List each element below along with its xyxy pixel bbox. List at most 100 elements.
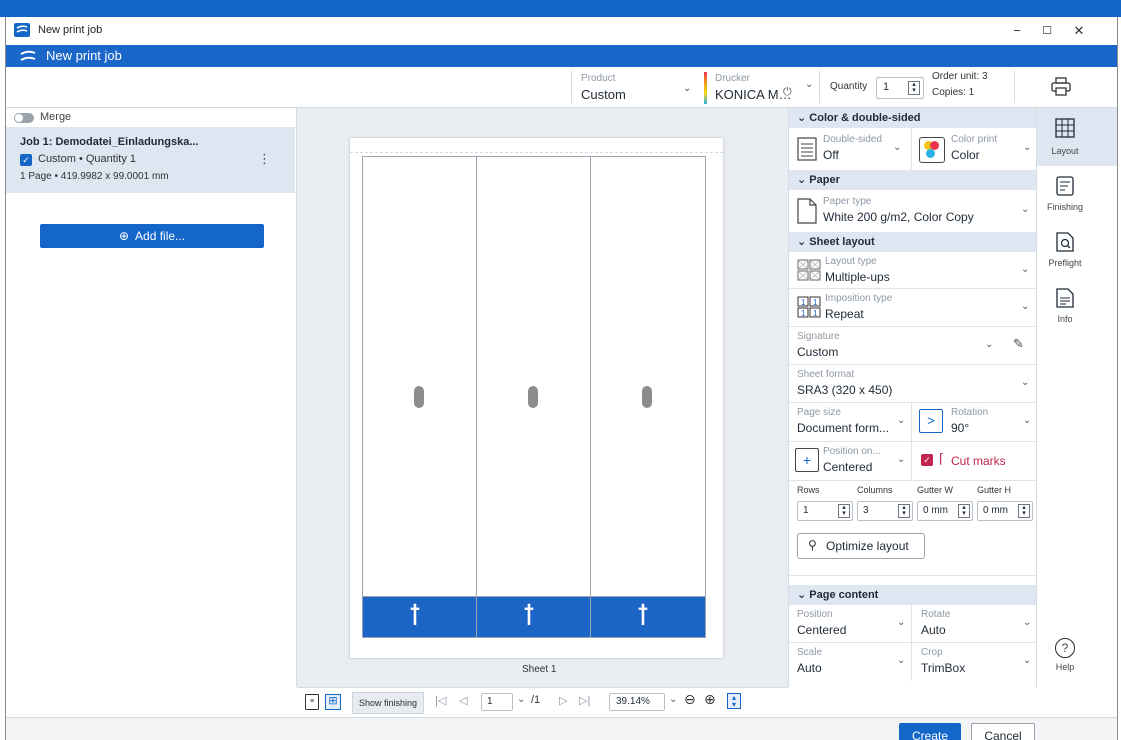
chevron-down-icon: ⌄ xyxy=(893,142,902,153)
color-dot-cyan xyxy=(926,149,935,158)
gutter-h-stepper[interactable]: 0 mm ▴ ▾ xyxy=(977,501,1033,521)
fit-page-icon[interactable]: ▴ ▾ xyxy=(727,693,741,709)
brand-logo-icon: ꝉ xyxy=(409,599,421,632)
layout-grid-icon xyxy=(797,259,821,281)
layout-type-label: Layout type xyxy=(825,256,877,267)
job-item[interactable]: Job 1: Demodatei_Einladungska... ✓ Custo… xyxy=(6,127,295,193)
drag-handle-icon[interactable] xyxy=(528,386,538,408)
page-number-input[interactable]: 1 xyxy=(481,693,513,711)
grid-settings: Rows Columns Gutter W Gutter H 1 ▴ ▾ 3 ▴ ▾… xyxy=(789,481,1037,576)
minimize-button[interactable]: − xyxy=(1004,22,1030,40)
chevron-down-icon[interactable]: ⌄ xyxy=(517,694,525,705)
settings-panel: ⌄ Color & double-sided Double-sided Off … xyxy=(788,108,1037,687)
gutter-w-value: 0 mm xyxy=(923,505,948,516)
rotate-select[interactable]: Rotate Auto ⌄ xyxy=(913,605,1037,642)
rotation-select[interactable]: > Rotation 90° ⌄ xyxy=(913,403,1037,441)
spinner-arrows-icon[interactable]: ▴ ▾ xyxy=(898,504,910,518)
first-page-icon[interactable]: |◁ xyxy=(435,694,446,707)
drag-handle-icon[interactable] xyxy=(642,386,652,408)
chevron-down-icon: ⌄ xyxy=(897,454,906,465)
previous-page-icon[interactable]: ◁ xyxy=(459,694,467,707)
chevron-down-icon: ⌄ xyxy=(797,589,807,601)
layout-type-value: Multiple-ups xyxy=(825,270,890,284)
position-select[interactable]: Position Centered ⌄ xyxy=(789,605,912,642)
help-button[interactable]: ? Help xyxy=(1037,638,1093,682)
cancel-button[interactable]: Cancel xyxy=(971,723,1035,740)
paper-type-select[interactable]: Paper type White 200 g/m2, Color Copy ⌄ xyxy=(789,190,1037,233)
maximize-button[interactable]: ☐ xyxy=(1034,22,1060,40)
color-wheel-icon xyxy=(919,137,945,163)
drag-handle-icon[interactable] xyxy=(414,386,424,408)
section-sheet-layout[interactable]: ⌄ Sheet layout xyxy=(789,232,1037,252)
printer-select[interactable]: Drucker KONICA M… ⏻ ⌄ xyxy=(709,69,819,105)
sidebar-item-label: Preflight xyxy=(1048,258,1082,268)
chevron-down-icon: ⌄ xyxy=(1023,142,1032,153)
edit-pencil-icon[interactable]: ✎ xyxy=(1013,336,1024,352)
section-color-double-sided[interactable]: ⌄ Color & double-sided xyxy=(789,108,1037,128)
double-sided-select[interactable]: Double-sided Off ⌄ xyxy=(789,128,912,170)
rows-label: Rows xyxy=(797,485,820,495)
product-select[interactable]: Product Custom ⌄ xyxy=(573,69,698,105)
position-on-select[interactable]: + Position on... Centered ⌄ xyxy=(789,442,912,480)
last-page-icon[interactable]: ▷| xyxy=(579,694,590,707)
quantity-label: Quantity xyxy=(830,81,868,92)
crop-select[interactable]: Crop TrimBox ⌄ xyxy=(913,643,1037,681)
scale-select[interactable]: Scale Auto ⌄ xyxy=(789,643,912,681)
job-meta: Custom • Quantity 1 xyxy=(38,153,137,165)
separator xyxy=(1014,71,1015,103)
show-finishing-button[interactable]: Show finishing xyxy=(352,692,424,714)
sheet-top-margin xyxy=(350,138,723,153)
chevron-down-icon[interactable]: ⌄ xyxy=(669,694,677,705)
spinner-arrows-icon[interactable]: ▴ ▾ xyxy=(908,81,920,95)
printer-value: KONICA M… xyxy=(715,87,792,102)
cut-marks-checkbox[interactable]: ✓ xyxy=(921,454,933,466)
info-icon xyxy=(1056,288,1074,308)
color-print-select[interactable]: Color print Color ⌄ xyxy=(913,128,1037,170)
chevron-down-icon: ⌄ xyxy=(1021,377,1030,388)
more-options-icon[interactable]: ⋮ xyxy=(258,151,271,167)
sidebar-item-finishing[interactable]: Finishing xyxy=(1037,170,1117,222)
next-page-icon[interactable]: ▷ xyxy=(559,694,567,707)
svg-text:1: 1 xyxy=(801,298,806,307)
rows-stepper[interactable]: 1 ▴ ▾ xyxy=(797,501,853,521)
product-value: Custom xyxy=(581,87,626,102)
grid-view-icon[interactable]: ⊞ xyxy=(325,694,341,710)
spinner-arrows-icon[interactable]: ▴ ▾ xyxy=(838,504,850,518)
window-title: New print job xyxy=(38,24,103,36)
section-paper[interactable]: ⌄ Paper xyxy=(789,170,1037,190)
optimize-layout-button[interactable]: ⚲ Optimize layout xyxy=(797,533,925,559)
brand-logo-icon: ꝉ xyxy=(523,599,535,632)
imposition-type-select[interactable]: 1111 Imposition type Repeat ⌄ xyxy=(789,289,1037,327)
sheet-label: Sheet 1 xyxy=(522,664,557,675)
signature-select[interactable]: Signature Custom ⌄ ✎ xyxy=(789,327,1037,365)
help-icon: ? xyxy=(1055,638,1075,658)
columns-value: 3 xyxy=(863,505,869,516)
job-checkbox[interactable]: ✓ xyxy=(20,154,32,166)
gutter-w-stepper[interactable]: 0 mm ▴ ▾ xyxy=(917,501,973,521)
merge-toggle[interactable] xyxy=(14,113,34,123)
layout-type-select[interactable]: Layout type Multiple-ups ⌄ xyxy=(789,252,1037,289)
app-header-title: New print job xyxy=(46,48,122,63)
position-on-label: Position on... xyxy=(823,446,881,457)
zoom-in-icon[interactable]: ⊕ xyxy=(704,691,716,708)
close-button[interactable]: ✕ xyxy=(1066,22,1092,40)
printer-icon[interactable] xyxy=(1051,77,1071,97)
sidebar-item-layout[interactable]: Layout xyxy=(1037,108,1117,166)
quantity-stepper[interactable]: 1 ▴ ▾ xyxy=(876,77,924,99)
spinner-arrows-icon[interactable]: ▴ ▾ xyxy=(958,504,970,518)
section-page-content[interactable]: ⌄ Page content xyxy=(789,585,1037,605)
zoom-out-icon[interactable]: ⊖ xyxy=(684,691,696,708)
sidebar-item-info[interactable]: Info xyxy=(1037,282,1117,334)
columns-stepper[interactable]: 3 ▴ ▾ xyxy=(857,501,913,521)
position-label: Position xyxy=(797,609,833,620)
create-button[interactable]: Create xyxy=(899,723,961,740)
page-size-select[interactable]: Page size Document form... ⌄ xyxy=(789,403,912,441)
add-file-button[interactable]: ⊕ Add file... xyxy=(40,224,264,248)
single-page-view-icon[interactable]: ≡ xyxy=(305,694,319,710)
chevron-down-icon: ⌄ xyxy=(1023,415,1032,426)
document-icon xyxy=(797,137,817,161)
sidebar-item-preflight[interactable]: Preflight xyxy=(1037,226,1117,278)
zoom-input[interactable]: 39.14% xyxy=(609,693,665,711)
sheet-format-select[interactable]: Sheet format SRA3 (320 x 450) ⌄ xyxy=(789,365,1037,403)
spinner-arrows-icon[interactable]: ▴ ▾ xyxy=(1018,504,1030,518)
